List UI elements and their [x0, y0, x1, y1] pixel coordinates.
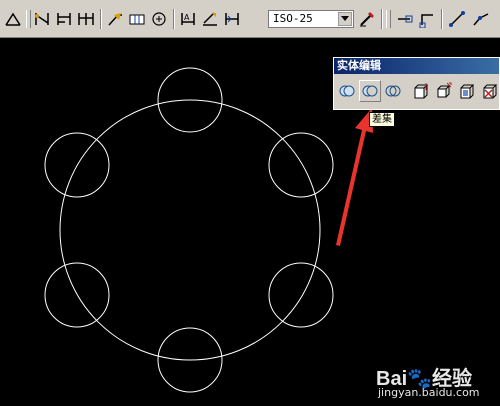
aligned-dim-icon[interactable] — [31, 8, 53, 30]
watermark-url: jingyan.baidu.com — [378, 386, 480, 399]
extrude-faces-icon[interactable] — [410, 80, 432, 102]
toolbar-grip[interactable] — [386, 10, 391, 28]
offset-faces-icon[interactable] — [456, 80, 478, 102]
union-icon[interactable] — [336, 80, 358, 102]
baseline-dim-icon[interactable] — [53, 8, 75, 30]
tolerance-icon[interactable] — [126, 8, 148, 30]
subtract-icon[interactable] — [359, 80, 381, 102]
dim-style-icon[interactable] — [356, 8, 378, 30]
edit-dim-text-icon[interactable] — [199, 8, 221, 30]
main-circle[interactable] — [59, 99, 321, 361]
edit-dim-icon[interactable]: A — [177, 8, 199, 30]
continue-dim-icon[interactable] — [75, 8, 97, 30]
osnap-endpoint-icon[interactable] — [393, 8, 415, 30]
center-mark-icon[interactable] — [148, 8, 170, 30]
move-faces-icon[interactable] — [433, 80, 455, 102]
polyline-icon[interactable] — [470, 8, 492, 30]
dimension-toolbar: A ISO-25 — [0, 0, 500, 38]
separator — [441, 9, 442, 29]
tooltip-subtract: 差集 — [369, 112, 395, 127]
separator — [100, 9, 101, 29]
baidu-watermark: Bai🐾经验 jingyan.baidu.com — [368, 360, 494, 404]
hole-circle[interactable] — [268, 132, 334, 198]
delete-faces-icon[interactable] — [479, 80, 500, 102]
svg-text:A: A — [184, 13, 190, 22]
separator — [381, 9, 382, 29]
dim-style-value: ISO-25 — [273, 12, 313, 25]
update-dim-icon[interactable] — [221, 8, 243, 30]
linear-dim-icon[interactable] — [2, 8, 24, 30]
red-arrow — [336, 108, 373, 246]
panel-body — [334, 74, 499, 109]
osnap-midpoint-icon[interactable] — [416, 8, 438, 30]
solid-edit-panel: 实体编辑 — [333, 57, 500, 110]
panel-title[interactable]: 实体编辑 — [334, 58, 499, 74]
line-icon[interactable] — [446, 8, 468, 30]
dim-style-select[interactable]: ISO-25 — [268, 10, 354, 28]
separator — [173, 9, 174, 29]
leader-icon[interactable] — [104, 8, 126, 30]
hole-circle[interactable] — [268, 262, 334, 328]
intersect-icon[interactable] — [382, 80, 404, 102]
chevron-down-icon[interactable] — [338, 12, 352, 26]
toolbar-row: A ISO-25 — [0, 7, 500, 33]
